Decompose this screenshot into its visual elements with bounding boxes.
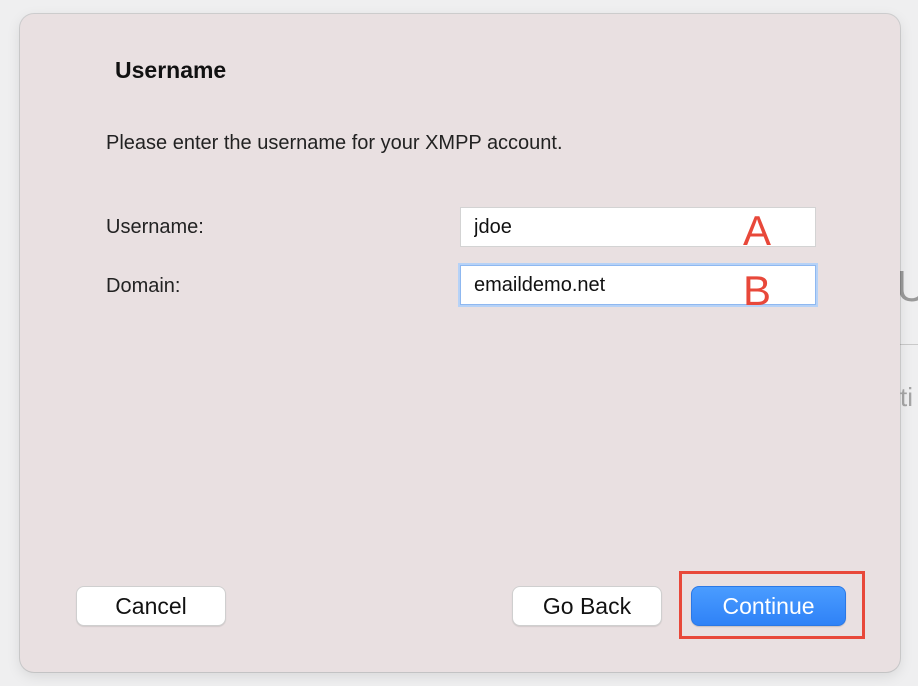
dialog-description: Please enter the username for your XMPP … [106, 132, 563, 154]
background-divider [900, 344, 918, 345]
domain-field[interactable] [460, 265, 816, 305]
dialog-title: Username [115, 57, 227, 83]
background-text-fragment: ti [900, 382, 913, 412]
username-sheet-dialog: Username Please enter the username for y… [20, 14, 900, 672]
username-field[interactable] [460, 207, 816, 247]
go-back-button[interactable]: Go Back [512, 586, 662, 626]
username-label: Username: [106, 216, 204, 238]
continue-button[interactable]: Continue [691, 586, 846, 626]
domain-label: Domain: [106, 275, 181, 297]
cancel-button[interactable]: Cancel [76, 586, 226, 626]
